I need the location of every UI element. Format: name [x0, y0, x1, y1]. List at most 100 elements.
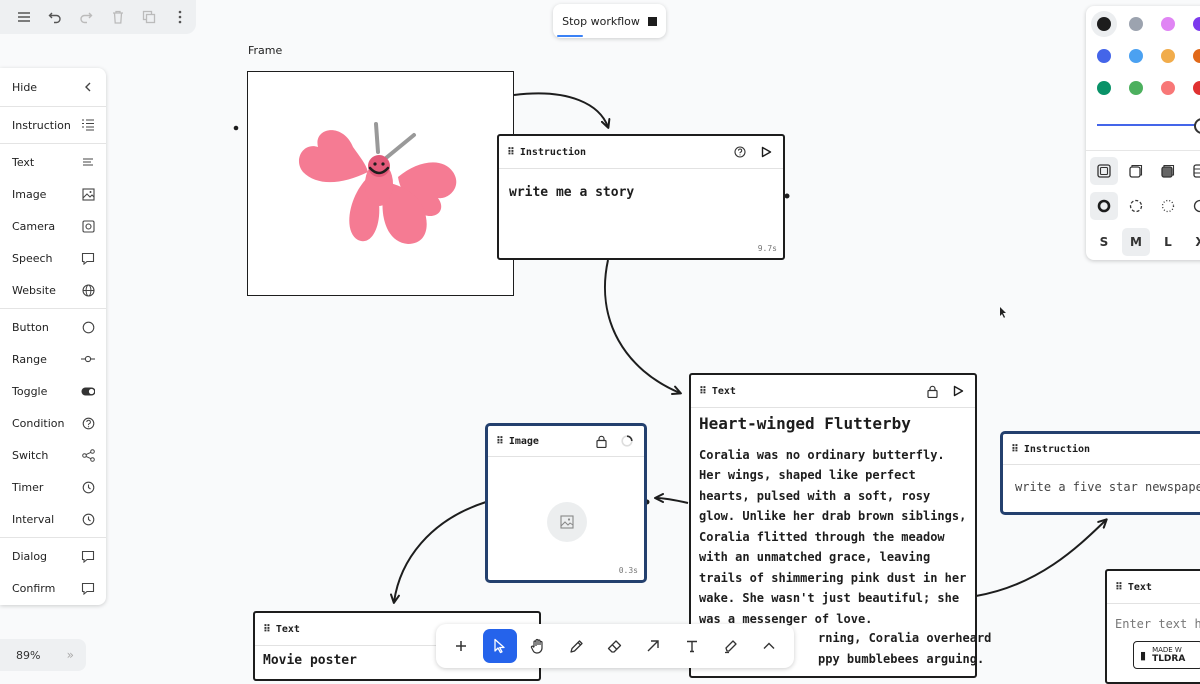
color-swatch-grey[interactable]: [1129, 17, 1143, 31]
palette-label: Text: [12, 156, 34, 169]
color-swatch-light-violet[interactable]: [1161, 17, 1175, 31]
color-swatch-light-red[interactable]: [1161, 81, 1175, 95]
trash-icon[interactable]: [102, 0, 133, 34]
fill-solid-icon[interactable]: [1154, 157, 1182, 185]
node-title: Text: [712, 386, 913, 397]
palette-item-toggle[interactable]: Toggle: [0, 375, 106, 407]
palette-item-image[interactable]: Image: [0, 178, 106, 210]
made-with-badge[interactable]: ▮ MADE W TLDRA: [1133, 641, 1200, 669]
arrow-icon[interactable]: [636, 629, 670, 663]
camera-icon: [81, 219, 95, 233]
hand-icon[interactable]: [521, 629, 555, 663]
size-s-button[interactable]: S: [1090, 228, 1118, 256]
zoom-control[interactable]: 89% »: [0, 639, 86, 671]
lock-icon[interactable]: [925, 384, 939, 398]
fill-pattern-icon[interactable]: [1186, 157, 1200, 185]
menu-icon[interactable]: [8, 0, 39, 34]
globe-icon: [81, 283, 95, 297]
dash-dashed-icon[interactable]: [1122, 192, 1150, 220]
palette-label: Confirm: [12, 582, 55, 595]
palette-item-timer[interactable]: Timer: [0, 471, 106, 503]
opacity-slider-thumb[interactable]: [1194, 118, 1200, 134]
dash-draw-icon[interactable]: [1186, 192, 1200, 220]
text-input[interactable]: Enter text he: [1107, 604, 1200, 645]
frame-label: Frame: [248, 44, 282, 57]
circle-icon: [81, 320, 95, 334]
size-l-button[interactable]: L: [1154, 228, 1182, 256]
dash-solid-icon[interactable]: [1090, 192, 1118, 220]
palette-item-range[interactable]: Range: [0, 343, 106, 375]
instruction-node[interactable]: ⠿ Instruction write me a story 9.7s: [497, 134, 785, 260]
more-icon[interactable]: [165, 0, 196, 34]
color-swatch-green[interactable]: [1097, 81, 1111, 95]
palette-item-interval[interactable]: Interval: [0, 503, 106, 535]
undo-icon[interactable]: [39, 0, 70, 34]
duplicate-icon[interactable]: [133, 0, 164, 34]
palette-item-switch[interactable]: Switch: [0, 439, 106, 471]
progress-bar: [557, 35, 583, 37]
plus-icon[interactable]: [444, 629, 478, 663]
select-icon[interactable]: [483, 629, 517, 663]
color-swatch-light-blue[interactable]: [1129, 49, 1143, 63]
highlighter-icon[interactable]: [713, 629, 747, 663]
dash-dotted-icon[interactable]: [1154, 192, 1182, 220]
opacity-slider-track[interactable]: [1097, 124, 1197, 126]
story-heading: Heart-winged Flutterby: [699, 414, 967, 435]
node-title: Text: [1128, 582, 1200, 593]
main-toolbar: [0, 0, 196, 34]
color-swatch-violet[interactable]: [1193, 17, 1200, 31]
frame[interactable]: [247, 71, 514, 296]
pencil-icon[interactable]: [560, 629, 594, 663]
instruction-text[interactable]: write a five star newspaper: [1003, 465, 1200, 510]
tldraw-logo-icon: ▮: [1140, 651, 1146, 660]
palette-item-website[interactable]: Website: [0, 274, 106, 306]
palette-item-button[interactable]: Button: [0, 311, 106, 343]
color-swatch-orange[interactable]: [1193, 49, 1200, 63]
drag-handle-icon[interactable]: ⠿: [507, 147, 514, 158]
chevron-up-icon[interactable]: [752, 629, 786, 663]
size-xl-button[interactable]: X: [1186, 228, 1200, 256]
palette-item-condition[interactable]: Condition: [0, 407, 106, 439]
palette-item-speech[interactable]: Speech: [0, 242, 106, 274]
text-icon[interactable]: [675, 629, 709, 663]
divider: [1086, 150, 1200, 151]
double-chevron-right-icon[interactable]: »: [67, 648, 74, 662]
color-swatch-blue[interactable]: [1097, 49, 1111, 63]
instruction-icon: [81, 118, 95, 132]
mouse-cursor: [1000, 307, 1006, 318]
size-m-button[interactable]: M: [1122, 228, 1150, 256]
instruction-text[interactable]: write me a story: [499, 169, 783, 216]
fill-none-icon[interactable]: [1090, 157, 1118, 185]
edge-instruction-to-text: [605, 260, 680, 393]
drag-handle-icon[interactable]: ⠿: [263, 624, 270, 635]
palette-item-camera[interactable]: Camera: [0, 210, 106, 242]
color-swatch-black[interactable]: [1097, 17, 1111, 31]
palette-item-dialog[interactable]: Dialog: [0, 540, 106, 572]
node-title: Instruction: [520, 147, 721, 158]
redo-icon[interactable]: [71, 0, 102, 34]
play-icon[interactable]: [759, 145, 773, 159]
palette-item-confirm[interactable]: Confirm: [0, 572, 106, 604]
color-swatch-red[interactable]: [1193, 81, 1200, 95]
palette-item-instruction[interactable]: Instruction: [0, 109, 106, 141]
image-node[interactable]: ⠿ Image 0.3s: [485, 423, 647, 583]
help-icon[interactable]: [733, 145, 747, 159]
drawing-toolbar: [436, 624, 794, 668]
palette-item-text[interactable]: Text: [0, 146, 106, 178]
drag-handle-icon[interactable]: ⠿: [1011, 444, 1018, 455]
drag-handle-icon[interactable]: ⠿: [1115, 582, 1122, 593]
stop-workflow-button[interactable]: Stop workflow: [553, 4, 666, 38]
drag-handle-icon[interactable]: ⠿: [496, 436, 503, 447]
palette-label: Dialog: [12, 550, 47, 563]
butterfly-drawing: [248, 72, 513, 295]
color-swatch-yellow[interactable]: [1161, 49, 1175, 63]
play-icon[interactable]: [951, 384, 965, 398]
color-swatch-light-green[interactable]: [1129, 81, 1143, 95]
anchor-dot: [785, 194, 790, 199]
fill-semi-icon[interactable]: [1122, 157, 1150, 185]
lock-icon[interactable]: [594, 434, 608, 448]
eraser-icon[interactable]: [598, 629, 632, 663]
drag-handle-icon[interactable]: ⠿: [699, 386, 706, 397]
palette-item-hide[interactable]: Hide: [0, 70, 106, 104]
instruction-node-newspaper[interactable]: ⠿ Instruction write a five star newspape…: [1000, 431, 1200, 515]
